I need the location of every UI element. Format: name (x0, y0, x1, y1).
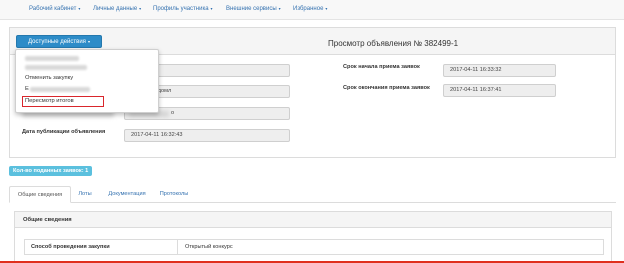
purchase-method-label: Способ проведения закупки (31, 244, 110, 250)
top-navbar: Рабочий кабинет ▾ Личные данные ▾ Профиль … (0, 0, 624, 20)
nav-item-external-services[interactable]: Внешние сервисы ▾ (226, 6, 281, 12)
tab-documentation[interactable]: Документация (101, 186, 153, 203)
caret-down-icon: ▾ (325, 6, 328, 11)
end-date-label: Срок окончания приема заявок (343, 85, 430, 91)
publish-date-label: Дата публикации объявления (22, 129, 106, 135)
cell-divider (177, 240, 178, 254)
caret-down-icon: ▾ (278, 6, 281, 11)
caret-down-icon: ▾ (78, 6, 81, 11)
nav-label: Личные данные (93, 6, 138, 12)
actions-dropdown-menu: Отменить закупку Е Пересмотр итогов (15, 49, 159, 113)
nav-label: Профиль участника (153, 6, 209, 12)
purchase-method-value: Открытый конкурс (185, 244, 233, 250)
redacted-menu-item[interactable] (25, 56, 79, 61)
tab-bar: Общие сведения Лоты Документация Протоко… (9, 186, 616, 203)
tab-protocols[interactable]: Протоколы (154, 186, 194, 203)
end-date-field: 2017-04-11 16:37:41 (443, 84, 556, 97)
caret-down-icon: ▾ (139, 6, 142, 11)
bottom-red-line (0, 261, 624, 263)
menu-item-cancel-purchase[interactable]: Отменить закупку (25, 75, 73, 81)
available-actions-button[interactable]: Доступные действия ▾ (16, 35, 102, 48)
nav-item-personal-data[interactable]: Личные данные ▾ (93, 6, 141, 12)
nav-label: Рабочий кабинет (29, 6, 77, 12)
start-date-field: 2017-04-11 16:33:32 (443, 64, 556, 77)
table-row: Способ проведения закупки Открытый конку… (24, 239, 604, 255)
applications-count-badge: Кол-во поданных заявок: 1 (9, 166, 93, 176)
general-info-header: Общие сведения (15, 212, 611, 228)
caret-down-icon: ▾ (87, 39, 90, 44)
nav-item-participant-profile[interactable]: Профиль участника ▾ (153, 6, 213, 12)
nav-label: Избранное (293, 6, 324, 12)
general-info-panel: Общие сведения Способ проведения закупки… (14, 211, 612, 263)
menu-item-label: Е (25, 86, 29, 92)
caret-down-icon: ▾ (210, 6, 213, 11)
tab-lots[interactable]: Лоты (72, 186, 98, 203)
nav-item-work-cabinet[interactable]: Рабочий кабинет ▾ (29, 6, 80, 12)
start-date-label: Срок начала приема заявок (343, 64, 420, 70)
nav-item-favorites[interactable]: Избранное ▾ (293, 6, 327, 12)
menu-item-review-results[interactable]: Пересмотр итогов (25, 98, 74, 104)
field-text: о (171, 110, 175, 116)
nav-label: Внешние сервисы (226, 6, 277, 12)
menu-item-partial[interactable]: Е (25, 86, 29, 92)
general-info-title: Общие сведения (23, 217, 72, 223)
page-title: Просмотр объявления № 382499-1 (328, 39, 459, 48)
publish-date-field: 2017-04-11 16:32:43 (124, 129, 290, 142)
tab-general[interactable]: Общие сведения (9, 186, 71, 203)
actions-label: Доступные действия (28, 39, 86, 45)
redacted-menu-item[interactable] (25, 65, 87, 70)
redacted-menu-text (30, 87, 90, 92)
